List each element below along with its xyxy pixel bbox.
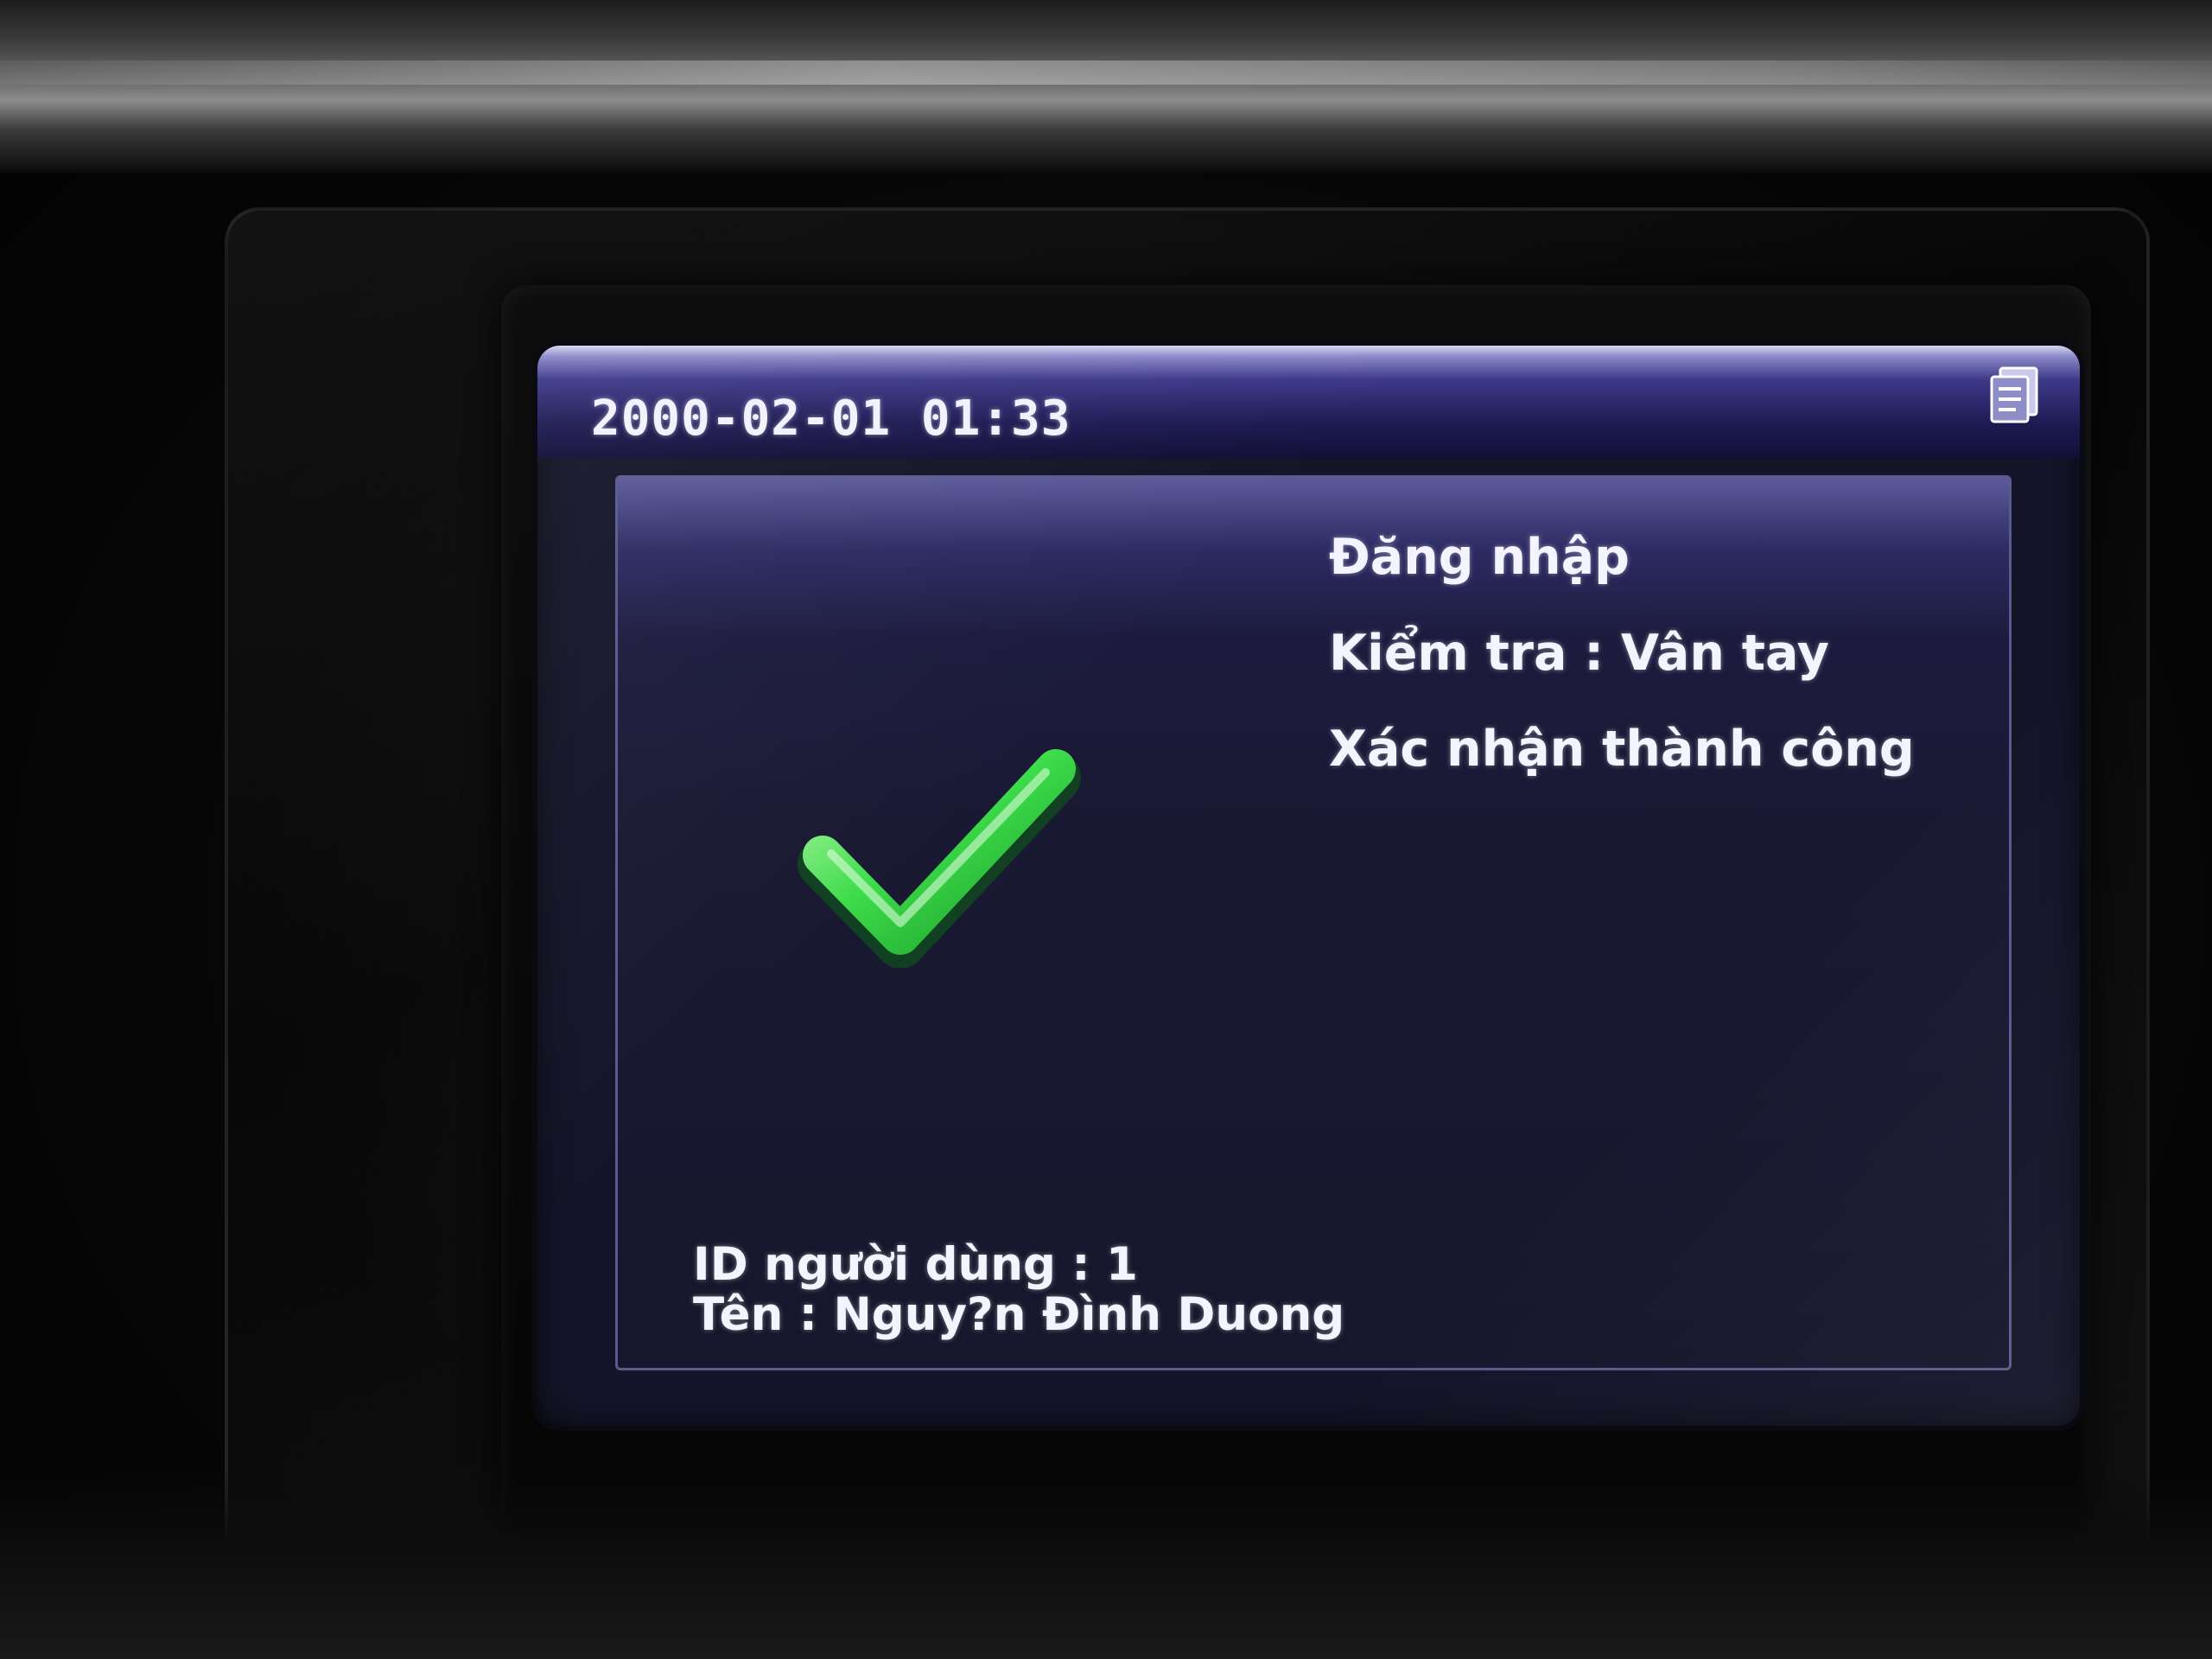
lcd-screen: 2000-02-01 01:33 Đăng nhập Kiểm tra: Vâ… — [537, 346, 2080, 1426]
status-line-verify-method: Kiểm tra : Vân tay — [1329, 625, 1829, 682]
status-line-login: Đăng nhập — [1329, 529, 1630, 586]
housing-reflection — [0, 60, 2212, 85]
document-icon — [1988, 365, 2042, 425]
status-line-confirmation: Xác nhận thành công — [1329, 721, 1915, 778]
status-messages: Đăng nhập Kiểm tra : Vân tay Xác nhận th… — [1329, 510, 1915, 798]
device-housing-top — [0, 0, 2212, 173]
datetime-display: 2000-02-01 01:33 — [591, 391, 1071, 447]
status-bar: 2000-02-01 01:33 — [537, 346, 2080, 458]
device-photo: 2000-02-01 01:33 Đăng nhập Kiểm tra: Vâ… — [0, 0, 2212, 1659]
user-info: ID người dùng : 1 Tên : Nguy?n Đình Duon… — [693, 1240, 1344, 1340]
user-id: ID người dùng : 1 — [693, 1238, 1138, 1291]
checkmark-icon — [797, 743, 1090, 969]
device-housing-bottom — [0, 1469, 2212, 1659]
user-name: Tên : Nguy?n Đình Duong — [693, 1288, 1345, 1341]
